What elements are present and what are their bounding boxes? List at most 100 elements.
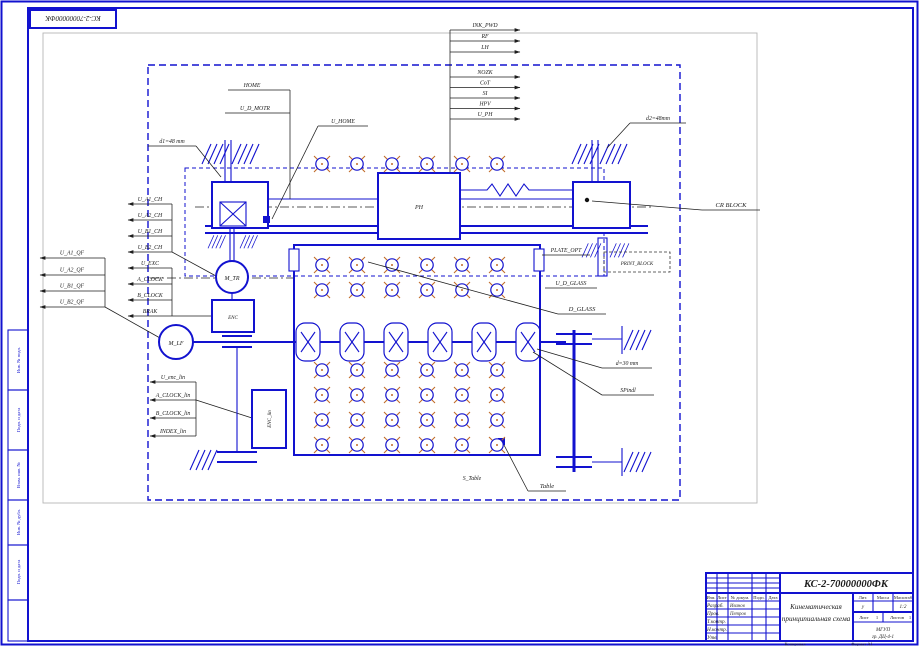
home-label: HOME	[243, 83, 261, 89]
glass-plate-assembly: PRINT_BLOCK	[581, 237, 671, 277]
margin-stamp-label: Инв. № подл.	[16, 347, 21, 373]
signal-label: INK_PWD	[471, 23, 498, 29]
table-edge-sensor-left	[288, 248, 300, 272]
signal-label: U_enc_lin	[161, 375, 185, 381]
coupling	[339, 322, 365, 362]
encoder-label: ENC	[227, 316, 238, 321]
tb-footer-format: Формат А1	[851, 642, 873, 646]
signal-label: U_A2_QF	[60, 268, 85, 274]
linear-encoder-box: ENC_lin	[251, 389, 287, 449]
belt-tension-spring	[460, 183, 573, 197]
print-block-label: PRINT_BLOCK	[620, 262, 654, 267]
kinematic-scheme-canvas: КС-2-70000000ФК Инв. № подл. Подп. и дат…	[0, 0, 919, 646]
signal-label: RF	[480, 34, 489, 40]
doc-number: КС-2-70000000ФК	[803, 579, 889, 590]
tb-org-line2: гр. ДЦ-4-1	[872, 635, 894, 640]
tb-sheet-label: Лист	[859, 615, 869, 620]
margin-stamp-label: Подп. и дата	[16, 560, 21, 585]
tb-row-razrab: Разраб.	[706, 602, 724, 609]
corner-stamp: КС-2-70000000ФК	[29, 9, 117, 29]
signal-label: U_A2_CH	[138, 213, 163, 219]
signal-label: U_EXC	[141, 261, 159, 267]
margin-stamps: Инв. № подл. Подп. и дата Взам. инв. № И…	[7, 329, 29, 642]
tb-row-prov: Пров.	[706, 611, 719, 617]
carriage-rail-assembly: PH	[195, 140, 652, 240]
coupling	[427, 322, 453, 362]
spindle-dim-label: d=30 mm	[616, 361, 638, 367]
signal-label: CoT	[480, 81, 491, 87]
signal-label: B_CLOCK_lin	[156, 411, 191, 417]
tb-header-doc: № докум.	[731, 595, 750, 600]
s-table-label: S_Table	[463, 476, 482, 482]
plate-opt-label: PLATE_OPT	[550, 248, 582, 254]
signal-label: LH	[480, 45, 489, 51]
feed-drive-assembly: M_LF	[158, 322, 652, 476]
signal-label: U_A1_QF	[60, 251, 85, 257]
signal-label: U_B1_QF	[60, 284, 85, 290]
signal-label: SI	[483, 91, 489, 97]
margin-stamp-label: Взам. инв. №	[16, 461, 21, 488]
hole-mark	[383, 155, 401, 173]
signal-label: U_A1_CH	[138, 197, 163, 203]
tb-name-razrab: Иванов	[729, 604, 745, 609]
motor-tr-label: M_TR	[224, 276, 240, 282]
signal-label: HPV	[478, 102, 492, 108]
drawing-title-line2: принципиальная схема	[782, 615, 851, 623]
margin-stamp-label: Инв. № дубл.	[16, 509, 21, 535]
u-d-motr-label: U_D_MOTR	[240, 106, 270, 112]
table-edge-sensor-right	[533, 248, 545, 272]
u-d-glass-label: U_D_GLASS	[556, 281, 587, 287]
tb-header-list: Лист	[717, 595, 727, 600]
tb-scale-value: 1:2	[900, 604, 907, 610]
drawing-sheet: КС-2-70000000ФК Инв. № подл. Подп. и дат…	[0, 0, 919, 646]
d2-dim-label: d2=48mm	[646, 115, 670, 122]
home-sensor	[263, 216, 270, 223]
tb-lit-label: Лит.	[859, 595, 867, 600]
motor-lf-label: M_LF	[168, 341, 184, 347]
idler-pulley-block	[572, 181, 631, 229]
hole-mark	[348, 155, 366, 173]
signal-label: NOZK	[476, 70, 493, 76]
title-block: КС-2-70000000ФК Кинематическая принципиа…	[705, 572, 914, 646]
signal-label: A_CLOCK	[136, 277, 164, 283]
tb-sheets-value: 1	[909, 615, 912, 620]
table-label: Table	[540, 483, 554, 490]
hole-mark	[453, 155, 471, 173]
d1-dim-label: d1=48 mm	[159, 138, 184, 145]
signal-label: U_B1_CH	[138, 229, 163, 235]
tb-sheet-value: 1	[876, 615, 879, 620]
coupling	[471, 322, 497, 362]
tb-footer-copied: Копировал	[784, 642, 806, 646]
signal-label: A_CLOCK_lin	[155, 393, 191, 399]
u-home-label: U_HOME	[331, 119, 355, 125]
hole-mark	[488, 155, 506, 173]
tb-name-prov: Петров	[729, 612, 746, 617]
spindle-label: SPindl	[620, 388, 636, 394]
carriage-motor-assembly: M_TR ENC	[207, 228, 258, 333]
tb-header-podp: Подп.	[753, 595, 764, 600]
signal-label: B_CLOCK	[137, 293, 164, 299]
tb-header-data: Дата	[768, 595, 777, 600]
tb-row-tkontr: Т.контр.	[707, 619, 726, 625]
coupling	[383, 322, 409, 362]
tb-sheets-label: Листов	[890, 615, 905, 620]
corner-stamp-number: КС-2-70000000ФК	[45, 14, 102, 22]
tb-org-line1: МГУП	[875, 628, 890, 633]
margin-stamp-label: Подп. и дата	[16, 408, 21, 433]
d-glass-label: D_GLASS	[568, 306, 596, 313]
tb-row-utv: Утв.	[707, 635, 718, 641]
signal-label: U_B2_QF	[60, 300, 85, 306]
signal-label: U_B2_CH	[138, 245, 163, 251]
coupling	[295, 322, 321, 362]
cr-block-label: CR BLOCK	[716, 202, 748, 209]
tb-massa-label: Масса	[877, 595, 889, 600]
printhead-signal-bus: INK_PWD RF LH NOZK CoT SI HPV U_PH	[449, 23, 521, 175]
coupling	[515, 322, 541, 362]
linear-encoder-label: ENC_lin	[268, 410, 273, 429]
signal-label: INDEX_lin	[159, 429, 186, 435]
tb-lit-value: у	[861, 604, 865, 610]
drawing-title-line1: Кинематическая	[789, 603, 842, 611]
tb-row-nkontr: Н.контр.	[706, 627, 727, 633]
printhead-label: PH	[414, 205, 424, 211]
signal-label: BRAK	[143, 309, 159, 315]
